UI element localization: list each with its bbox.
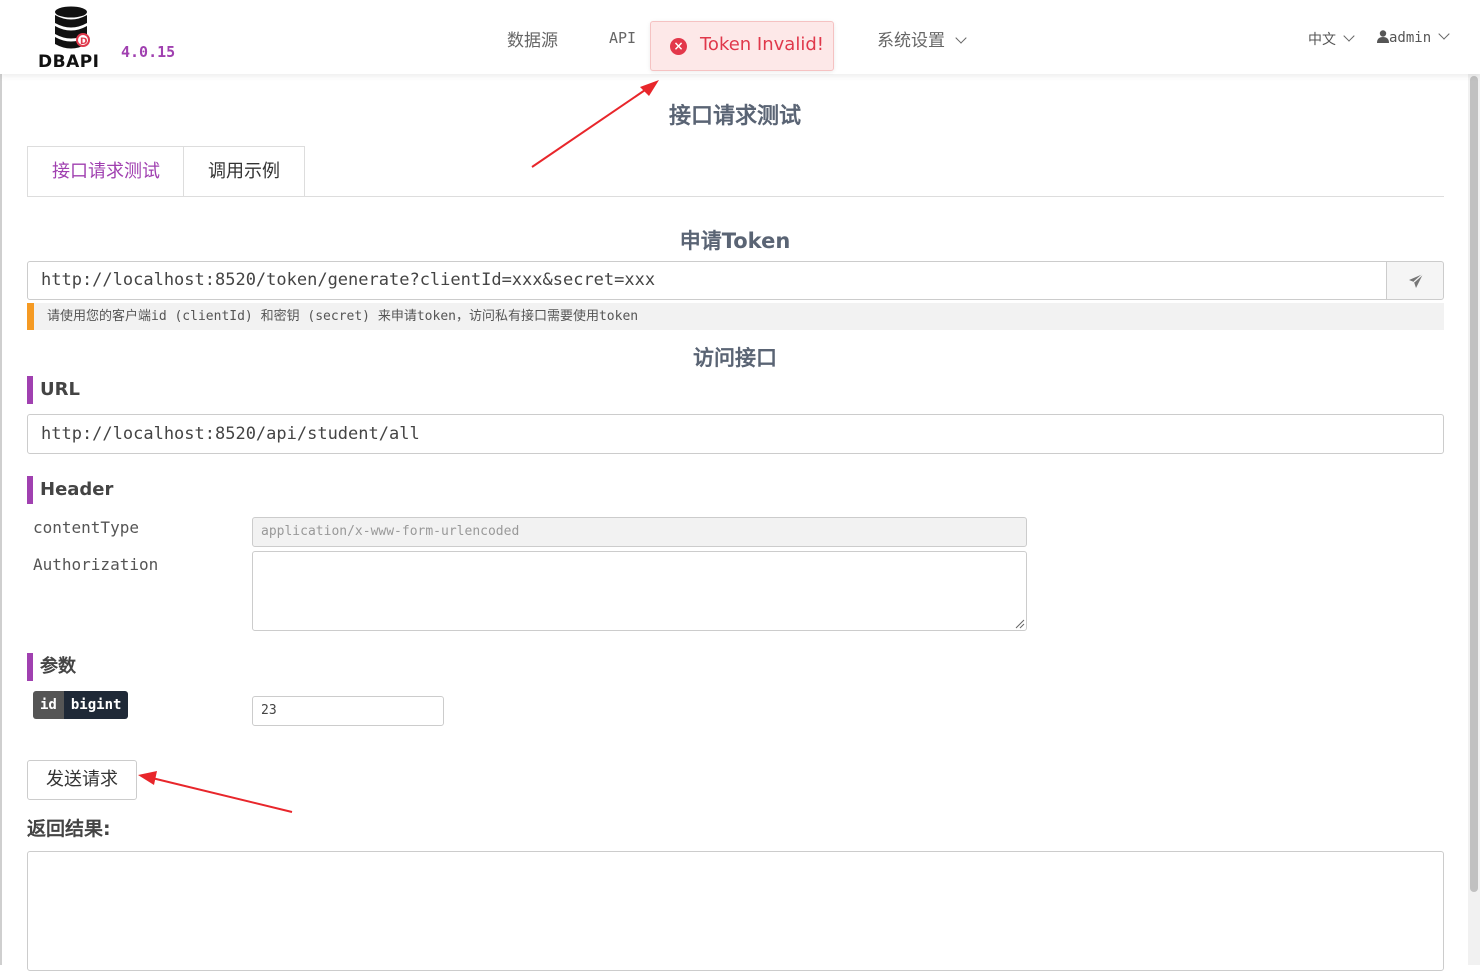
svg-text:D: D <box>80 37 87 47</box>
result-output[interactable] <box>27 851 1444 971</box>
param-tag: id bigint <box>33 691 129 719</box>
dbapi-logo[interactable]: D DBAPI <box>38 6 110 72</box>
chevron-down-icon <box>955 32 967 44</box>
version-label: 4.0.15 <box>121 43 176 61</box>
send-request-button[interactable]: 发送请求 <box>27 760 137 800</box>
param-type: bigint <box>63 691 129 719</box>
logo-text: DBAPI <box>38 52 100 72</box>
chevron-down-icon <box>1438 28 1450 40</box>
header-label: Header <box>27 476 113 504</box>
chevron-down-icon <box>1343 30 1355 42</box>
language-label: 中文 <box>1308 32 1336 48</box>
token-help-note: 请使用您的客户端id (clientId) 和密钥 (secret) 来申请to… <box>27 303 1444 330</box>
nav-settings[interactable]: 系统设置 <box>877 26 967 51</box>
params-label: 参数 <box>27 653 76 681</box>
param-id-input[interactable]: 23 <box>252 696 444 726</box>
resize-handle-icon[interactable] <box>1015 619 1025 629</box>
tab-call-example[interactable]: 调用示例 <box>183 146 305 196</box>
token-url-input[interactable]: http://localhost:8520/token/generate?cli… <box>27 261 1387 300</box>
tab-bar: 接口请求测试 调用示例 <box>27 146 1444 197</box>
param-name: id <box>33 691 64 719</box>
user-menu[interactable]: admin <box>1377 28 1450 46</box>
nav-api[interactable]: API <box>609 29 636 47</box>
username-label: admin <box>1389 30 1432 46</box>
tab-request-test[interactable]: 接口请求测试 <box>27 146 185 196</box>
token-send-button[interactable] <box>1386 261 1444 300</box>
annotation-arrows <box>138 80 659 813</box>
nav-settings-label: 系统设置 <box>877 31 945 51</box>
nav-datasource[interactable]: 数据源 <box>507 26 558 51</box>
left-border <box>0 74 2 965</box>
token-section-title: 申请Token <box>679 229 791 253</box>
authorization-label: Authorization <box>33 555 159 574</box>
error-toast: × Token Invalid! <box>650 21 834 71</box>
toast-message: Token Invalid! <box>700 34 824 55</box>
paper-plane-icon <box>1409 273 1424 288</box>
arrow-to-send-button <box>138 771 293 813</box>
error-icon: × <box>670 38 687 55</box>
scrollbar-thumb[interactable] <box>1470 76 1478 892</box>
url-label: URL <box>27 376 80 404</box>
content-type-label: contentType <box>33 518 139 537</box>
result-label: 返回结果: <box>27 818 111 840</box>
authorization-textarea[interactable] <box>252 551 1027 631</box>
access-section-title: 访问接口 <box>693 346 777 370</box>
language-selector[interactable]: 中文 <box>1308 29 1355 49</box>
database-icon: D <box>55 6 90 49</box>
page-title: 接口请求测试 <box>668 104 801 129</box>
vertical-scrollbar[interactable] <box>1468 74 1480 965</box>
api-url-input[interactable]: http://localhost:8520/api/student/all <box>27 414 1444 454</box>
user-icon <box>1377 30 1389 43</box>
content-type-input[interactable]: application/x-www-form-urlencoded <box>252 517 1027 547</box>
